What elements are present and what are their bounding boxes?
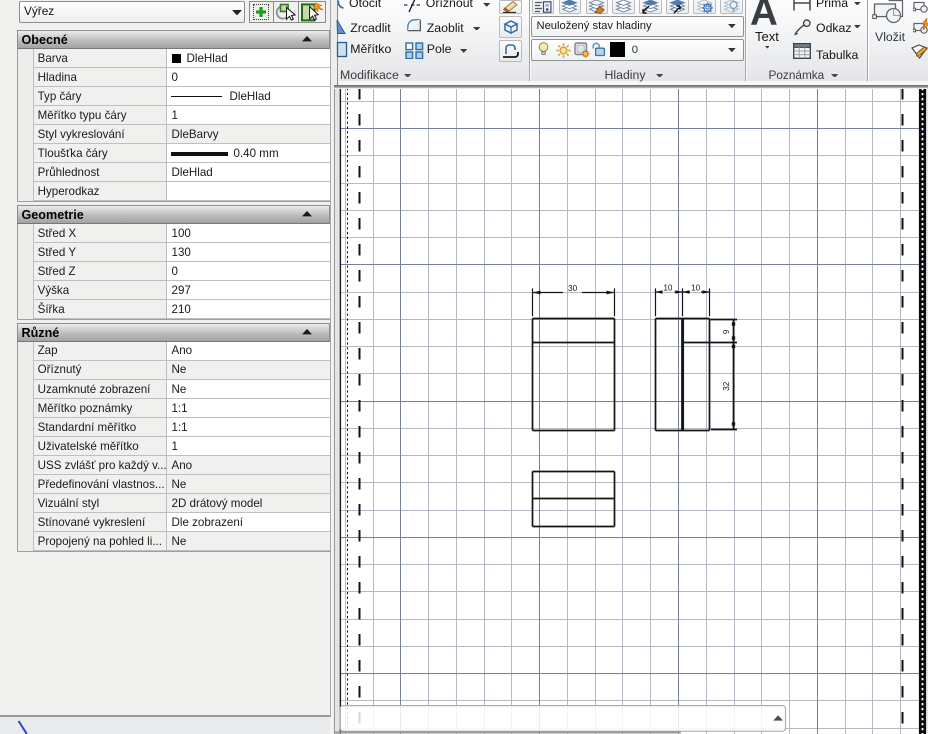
- svg-text:32: 32: [722, 381, 731, 391]
- svg-text:10: 10: [691, 284, 701, 293]
- svg-text:10: 10: [663, 284, 673, 293]
- svg-text:9: 9: [722, 329, 731, 334]
- svg-text:30: 30: [568, 284, 578, 293]
